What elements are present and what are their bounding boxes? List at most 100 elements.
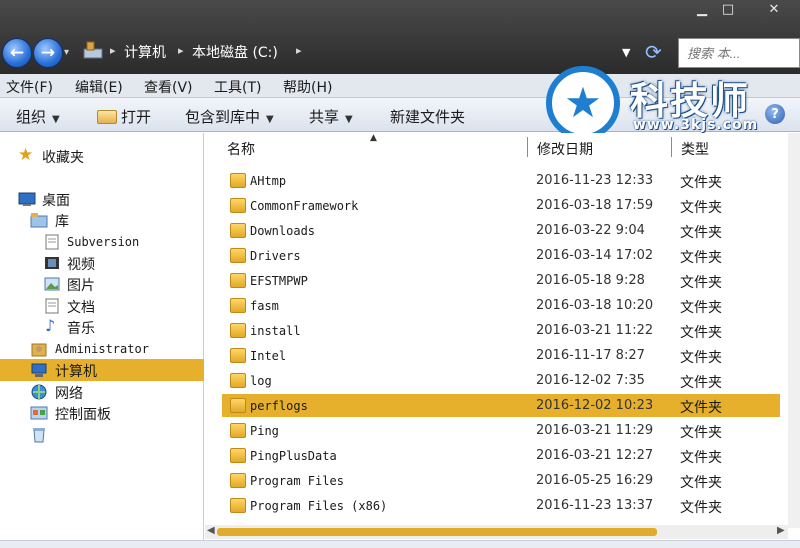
folder-icon (230, 173, 246, 188)
sidebar-item-computer[interactable]: 计算机 (0, 359, 204, 381)
share-button[interactable]: 共享 ▼ (309, 106, 353, 127)
column-header-name[interactable]: 名称 (227, 139, 255, 159)
breadcrumb-computer[interactable]: 计算机 (124, 42, 166, 62)
file-date: 2016-03-18 17:59 (536, 198, 654, 213)
music-note-icon: ♪ (45, 316, 56, 335)
table-row[interactable]: install 2016-03-21 11:22 文件夹 (222, 319, 780, 342)
table-row[interactable]: fasm 2016-03-18 10:20 文件夹 (222, 294, 780, 317)
table-row[interactable]: EFSTMPWP 2016-05-18 9:28 文件夹 (222, 269, 780, 292)
chevron-down-icon: ▼ (266, 114, 274, 125)
file-name: Intel (250, 349, 287, 363)
file-date: 2016-12-02 7:35 (536, 373, 645, 388)
open-folder-icon (97, 110, 117, 124)
refresh-icon[interactable]: ⟳ (645, 40, 662, 64)
video-icon (45, 257, 59, 269)
sidebar-item-control-panel[interactable]: 控制面板 (0, 402, 204, 424)
menu-view[interactable]: 查看(V) (144, 77, 193, 97)
sidebar-item-pictures[interactable]: 图片 (0, 273, 204, 295)
breadcrumb-separator: ▸ (296, 44, 302, 57)
sidebar-item-music[interactable]: ♪ 音乐 (0, 316, 204, 338)
sidebar-item-label: Subversion (67, 235, 140, 249)
sidebar-item-documents[interactable]: 文档 (0, 295, 204, 317)
table-row[interactable]: log 2016-12-02 7:35 文件夹 (222, 369, 780, 392)
vertical-scrollbar[interactable] (788, 133, 800, 528)
sidebar-item-subversion[interactable]: Subversion (0, 231, 204, 253)
back-button[interactable]: ← (2, 38, 32, 68)
star-icon: ★ (564, 78, 602, 127)
close-button[interactable]: ✕ (762, 2, 786, 17)
new-folder-button[interactable]: 新建文件夹 (390, 106, 465, 127)
column-header-type[interactable]: 类型 (681, 139, 709, 159)
sidebar-item-recycle-bin[interactable] (0, 424, 204, 446)
file-type: 文件夹 (680, 425, 722, 441)
column-header-modified[interactable]: 修改日期 (537, 139, 593, 159)
file-name: EFSTMPWP (250, 274, 308, 288)
sidebar-item-label: 库 (55, 214, 69, 230)
table-row[interactable]: AHtmp 2016-11-23 12:33 文件夹 (222, 169, 780, 192)
column-divider[interactable] (671, 137, 672, 157)
sidebar-item-desktop[interactable]: 桌面 (0, 188, 204, 210)
maximize-button[interactable]: □ (716, 2, 740, 17)
sidebar-item-videos[interactable]: 视频 (0, 252, 204, 274)
include-in-library-button[interactable]: 包含到库中 ▼ (185, 106, 274, 127)
open-button[interactable]: 打开 (97, 106, 151, 127)
sidebar-item-administrator[interactable]: Administrator (0, 338, 204, 360)
file-type: 文件夹 (680, 475, 722, 491)
file-date: 2016-03-21 12:27 (536, 448, 654, 463)
file-date: 2016-11-17 8:27 (536, 348, 645, 363)
minimize-button[interactable]: ▁ (690, 2, 714, 17)
horizontal-scrollbar[interactable]: ◀ ▶ (205, 525, 788, 539)
folder-icon (230, 198, 246, 213)
sidebar-item-library[interactable]: 库 (0, 209, 204, 231)
column-divider[interactable] (527, 137, 528, 157)
desktop-icon (18, 192, 36, 206)
search-input[interactable] (678, 38, 800, 68)
table-row[interactable]: Ping 2016-03-21 11:29 文件夹 (222, 419, 780, 442)
breadcrumb-separator: ▸ (110, 44, 116, 57)
table-row[interactable]: Program Files 2016-05-25 16:29 文件夹 (222, 469, 780, 492)
menu-file[interactable]: 文件(F) (6, 77, 53, 97)
sidebar-item-label: 视频 (67, 257, 95, 273)
scroll-right-icon[interactable]: ▶ (777, 525, 785, 536)
table-row-selected[interactable]: perflogs 2016-12-02 10:23 文件夹 (222, 394, 780, 417)
menu-tools[interactable]: 工具(T) (214, 77, 261, 97)
table-row[interactable]: Downloads 2016-03-22 9:04 文件夹 (222, 219, 780, 242)
file-name: Program Files (250, 474, 344, 488)
chevron-down-icon: ▼ (52, 114, 60, 125)
sidebar-item-network[interactable]: 网络 (0, 381, 204, 403)
file-type: 文件夹 (680, 375, 722, 391)
file-name: Drivers (250, 249, 301, 263)
breadcrumb-local-disk[interactable]: 本地磁盘 (C:) (192, 42, 278, 62)
table-row[interactable]: CommonFramework 2016-03-18 17:59 文件夹 (222, 194, 780, 217)
file-name: CommonFramework (250, 199, 359, 213)
file-name: PingPlusData (250, 449, 337, 463)
picture-icon (44, 277, 60, 291)
watermark-logo: ★ (546, 66, 620, 140)
table-row[interactable]: Program Files (x86) 2016-11-23 13:37 文件夹 (222, 494, 780, 517)
scrollbar-thumb[interactable] (217, 528, 657, 536)
file-name: fasm (250, 299, 279, 313)
help-icon[interactable]: ? (765, 104, 785, 124)
forward-button[interactable]: → (33, 38, 63, 68)
organize-label: 组织 (16, 108, 47, 126)
folder-icon (230, 398, 246, 413)
file-date: 2016-11-23 13:37 (536, 498, 654, 513)
table-row[interactable]: Drivers 2016-03-14 17:02 文件夹 (222, 244, 780, 267)
table-row[interactable]: PingPlusData 2016-03-21 12:27 文件夹 (222, 444, 780, 467)
folder-icon (230, 373, 246, 388)
folder-icon (230, 423, 246, 438)
file-type: 文件夹 (680, 200, 722, 216)
organize-button[interactable]: 组织 ▼ (16, 106, 60, 127)
sidebar-item-label: 桌面 (42, 193, 70, 209)
scroll-left-icon[interactable]: ◀ (207, 525, 215, 536)
menu-help[interactable]: 帮助(H) (283, 77, 332, 97)
menu-edit[interactable]: 编辑(E) (75, 77, 123, 97)
table-row[interactable]: Intel 2016-11-17 8:27 文件夹 (222, 344, 780, 367)
sidebar-item-label: 收藏夹 (42, 150, 84, 166)
address-dropdown-icon[interactable]: ▼ (622, 46, 630, 59)
file-date: 2016-03-18 10:20 (536, 298, 654, 313)
file-date: 2016-03-21 11:22 (536, 323, 654, 338)
sidebar-item-favorites[interactable]: ★ 收藏夹 (0, 145, 204, 167)
history-dropdown-icon[interactable]: ▾ (64, 47, 69, 58)
file-type: 文件夹 (680, 500, 722, 516)
